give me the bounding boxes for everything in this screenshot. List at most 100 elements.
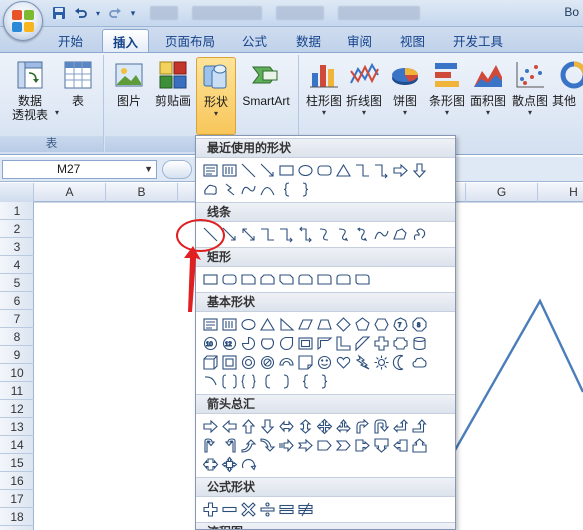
down-arrow-shape-icon[interactable] — [258, 417, 277, 436]
left-brace-shape-icon[interactable] — [296, 372, 315, 391]
oval-shape-icon[interactable] — [239, 315, 258, 334]
area-chart-button[interactable]: 面积图 ▾ — [468, 59, 508, 118]
double-arrow-line-shape-icon[interactable] — [239, 225, 258, 244]
triangle-shape-icon[interactable] — [258, 315, 277, 334]
office-button[interactable] — [3, 1, 43, 41]
rounded-rectangle-shape-icon[interactable] — [315, 161, 334, 180]
scribble-shape-icon[interactable] — [410, 225, 429, 244]
left-right-arrow-shape-icon[interactable] — [277, 417, 296, 436]
smiley-face-shape-icon[interactable] — [315, 353, 334, 372]
row-header[interactable]: 15 — [0, 454, 34, 472]
minus-shape-icon[interactable] — [220, 500, 239, 519]
right-arrow-shape-icon[interactable] — [391, 161, 410, 180]
pie-chart-button[interactable]: 饼图 ▾ — [388, 59, 422, 118]
save-icon[interactable] — [50, 4, 68, 22]
rectangle-shape-icon[interactable] — [277, 161, 296, 180]
row-header[interactable]: 17 — [0, 490, 34, 508]
arc-shape-icon[interactable] — [201, 372, 220, 391]
row-header[interactable]: 18 — [0, 508, 34, 526]
oval-shape-icon[interactable] — [296, 161, 315, 180]
diamond-shape-icon[interactable] — [334, 315, 353, 334]
left-right-up-arrow-shape-icon[interactable] — [334, 417, 353, 436]
tab-review[interactable]: 审阅 — [337, 29, 382, 52]
chord-shape-icon[interactable] — [258, 334, 277, 353]
select-all-corner[interactable] — [0, 183, 34, 202]
column-header-b[interactable]: B — [106, 183, 178, 202]
formula-bar-splitter[interactable] — [162, 160, 192, 179]
cube-shape-icon[interactable] — [201, 353, 220, 372]
striped-right-arrow-shape-icon[interactable] — [277, 436, 296, 455]
notched-right-arrow-shape-icon[interactable] — [296, 436, 315, 455]
elbow-double-arrow-connector-shape-icon[interactable] — [296, 225, 315, 244]
cross-shape-icon[interactable] — [372, 334, 391, 353]
right-brace-shape-icon[interactable] — [315, 372, 334, 391]
double-bracket-shape-icon[interactable] — [220, 372, 239, 391]
snip-same-side-rectangle-shape-icon[interactable] — [258, 270, 277, 289]
row-header[interactable]: 11 — [0, 382, 34, 400]
multiply-shape-icon[interactable] — [239, 500, 258, 519]
row-header[interactable]: 13 — [0, 418, 34, 436]
text-box-shape-icon[interactable] — [201, 161, 220, 180]
line-shape-icon[interactable] — [239, 161, 258, 180]
hexagon-shape-icon[interactable] — [372, 315, 391, 334]
curved-double-arrow-connector-shape-icon[interactable] — [353, 225, 372, 244]
left-up-arrow-shape-icon[interactable] — [391, 417, 410, 436]
double-brace-shape-icon[interactable] — [239, 372, 258, 391]
folded-corner-shape-icon[interactable] — [296, 353, 315, 372]
row-header[interactable]: 9 — [0, 346, 34, 364]
undo-dropdown-icon[interactable]: ▾ — [94, 4, 102, 22]
chevron-shape-icon[interactable] — [334, 436, 353, 455]
down-arrow-callout-shape-icon[interactable] — [372, 436, 391, 455]
tab-view[interactable]: 视图 — [390, 29, 435, 52]
quad-arrow-shape-icon[interactable] — [315, 417, 334, 436]
curved-down-arrow-shape-icon[interactable] — [258, 436, 277, 455]
other-charts-button[interactable]: 其他 — [552, 59, 583, 108]
bevel-shape-icon[interactable] — [220, 353, 239, 372]
freeform-shape-icon[interactable] — [391, 225, 410, 244]
name-box[interactable]: M27 ▼ — [2, 160, 157, 179]
tab-formulas[interactable]: 公式 — [232, 29, 277, 52]
can-shape-icon[interactable] — [410, 334, 429, 353]
u-turn-arrow-shape-icon[interactable] — [372, 417, 391, 436]
cloud-shape-icon[interactable] — [410, 353, 429, 372]
curved-right-arrow-shape-icon[interactable] — [201, 436, 220, 455]
tab-page-layout[interactable]: 页面布局 — [155, 29, 225, 52]
sun-shape-icon[interactable] — [372, 353, 391, 372]
curved-up-arrow-shape-icon[interactable] — [239, 436, 258, 455]
l-shape-icon[interactable] — [334, 334, 353, 353]
row-header[interactable]: 8 — [0, 328, 34, 346]
plus-shape-icon[interactable] — [201, 500, 220, 519]
equal-shape-icon[interactable] — [277, 500, 296, 519]
triangle-shape-icon[interactable] — [334, 161, 353, 180]
heptagon-shape-icon[interactable]: 7 — [391, 315, 410, 334]
elbow-arrow-connector-shape-icon[interactable] — [277, 225, 296, 244]
line-chart-button[interactable]: 折线图 ▾ — [344, 59, 384, 118]
trapezoid-shape-icon[interactable] — [315, 315, 334, 334]
table-button[interactable]: 表 — [60, 59, 96, 108]
left-arrow-shape-icon[interactable] — [220, 417, 239, 436]
left-bracket-shape-icon[interactable] — [258, 372, 277, 391]
bent-up-arrow-shape-icon[interactable] — [410, 417, 429, 436]
curved-arrow-connector-shape-icon[interactable] — [334, 225, 353, 244]
tab-developer[interactable]: 开发工具 — [443, 29, 513, 52]
diagonal-stripe-shape-icon[interactable] — [353, 334, 372, 353]
clipart-button[interactable]: 剪贴画 — [151, 59, 195, 108]
up-arrow-callout-shape-icon[interactable] — [410, 436, 429, 455]
vertical-text-box-shape-icon[interactable] — [220, 161, 239, 180]
circular-arrow-shape-icon[interactable] — [239, 455, 258, 474]
snip-single-corner-rectangle-shape-icon[interactable] — [239, 270, 258, 289]
vertical-text-box-shape-icon[interactable] — [220, 315, 239, 334]
row-header[interactable]: 3 — [0, 238, 34, 256]
donut-shape-icon[interactable] — [239, 353, 258, 372]
quad-arrow-callout-shape-icon[interactable] — [220, 455, 239, 474]
row-header[interactable]: 1 — [0, 202, 34, 220]
right-triangle-shape-icon[interactable] — [277, 315, 296, 334]
tab-data[interactable]: 数据 — [286, 29, 331, 52]
heart-shape-icon[interactable] — [334, 353, 353, 372]
down-arrow-shape-icon[interactable] — [410, 161, 429, 180]
pentagon-shape-icon[interactable] — [353, 315, 372, 334]
snip-diagonal-rectangle-shape-icon[interactable] — [277, 270, 296, 289]
right-bracket-shape-icon[interactable] — [277, 372, 296, 391]
plaque-shape-icon[interactable] — [391, 334, 410, 353]
block-arc-shape-icon[interactable] — [277, 353, 296, 372]
